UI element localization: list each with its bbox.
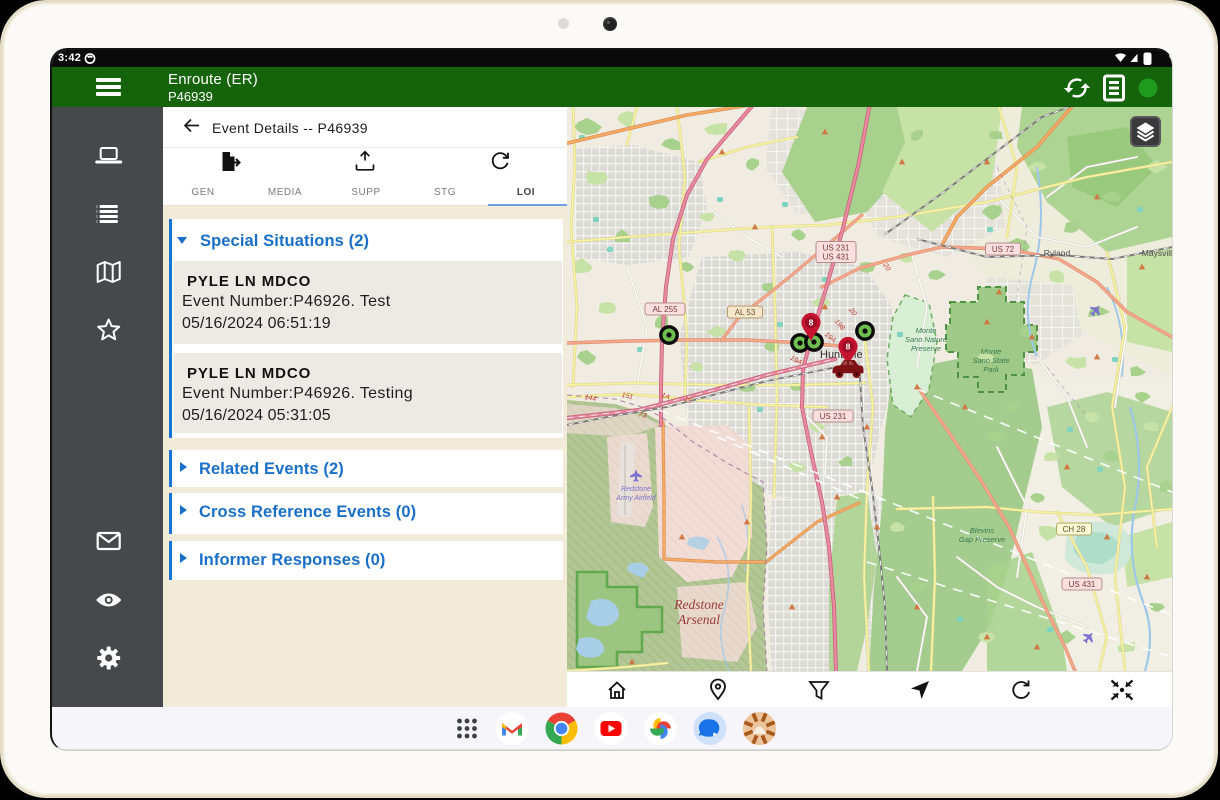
svg-text:AL 255: AL 255: [652, 305, 678, 314]
svg-text:Army Airfield: Army Airfield: [615, 495, 657, 502]
svg-text:Maysvill: Maysvill: [1142, 248, 1172, 258]
svg-text:Monte: Monte: [916, 326, 937, 335]
svg-text:Sano State: Sano State: [972, 356, 1009, 365]
svg-text:Monte: Monte: [981, 347, 1002, 356]
svg-text:Preserve: Preserve: [911, 344, 941, 353]
svg-text:AL 53: AL 53: [735, 308, 756, 317]
svg-text:Blevins: Blevins: [970, 526, 994, 535]
svg-text:US 72: US 72: [992, 245, 1015, 254]
svg-text:Gap Preserve: Gap Preserve: [959, 535, 1005, 544]
svg-text:Arsenal: Arsenal: [677, 612, 720, 627]
svg-text:Redstone: Redstone: [621, 486, 651, 493]
svg-text:US 231: US 231: [823, 243, 850, 252]
svg-text:Redstone: Redstone: [673, 597, 724, 612]
svg-text:US 431: US 431: [823, 252, 850, 261]
svg-text:CH 28: CH 28: [1063, 525, 1086, 534]
svg-text:US 231: US 231: [820, 412, 847, 421]
svg-text:8: 8: [809, 318, 814, 328]
svg-text:8: 8: [846, 342, 851, 352]
svg-text:US 431: US 431: [1069, 580, 1096, 589]
svg-text:Ryland: Ryland: [1044, 248, 1071, 258]
svg-text:Sano Nature: Sano Nature: [905, 335, 947, 344]
svg-text:Park: Park: [983, 365, 1000, 374]
